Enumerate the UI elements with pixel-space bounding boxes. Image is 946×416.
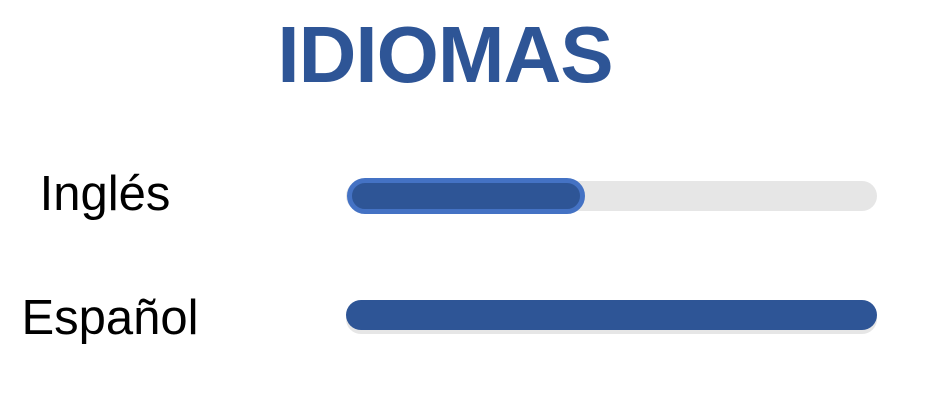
- skill-bar-track-ingles: [346, 178, 877, 214]
- skill-bar-fill-espanol[interactable]: [346, 300, 877, 330]
- skill-label-ingles: Inglés: [39, 167, 171, 221]
- page-title: IDIOMAS: [277, 10, 613, 99]
- skill-bar-track-espanol: [346, 300, 877, 334]
- skill-label-espanol: Español: [21, 291, 199, 345]
- skill-bar-fill-ingles[interactable]: [347, 178, 585, 214]
